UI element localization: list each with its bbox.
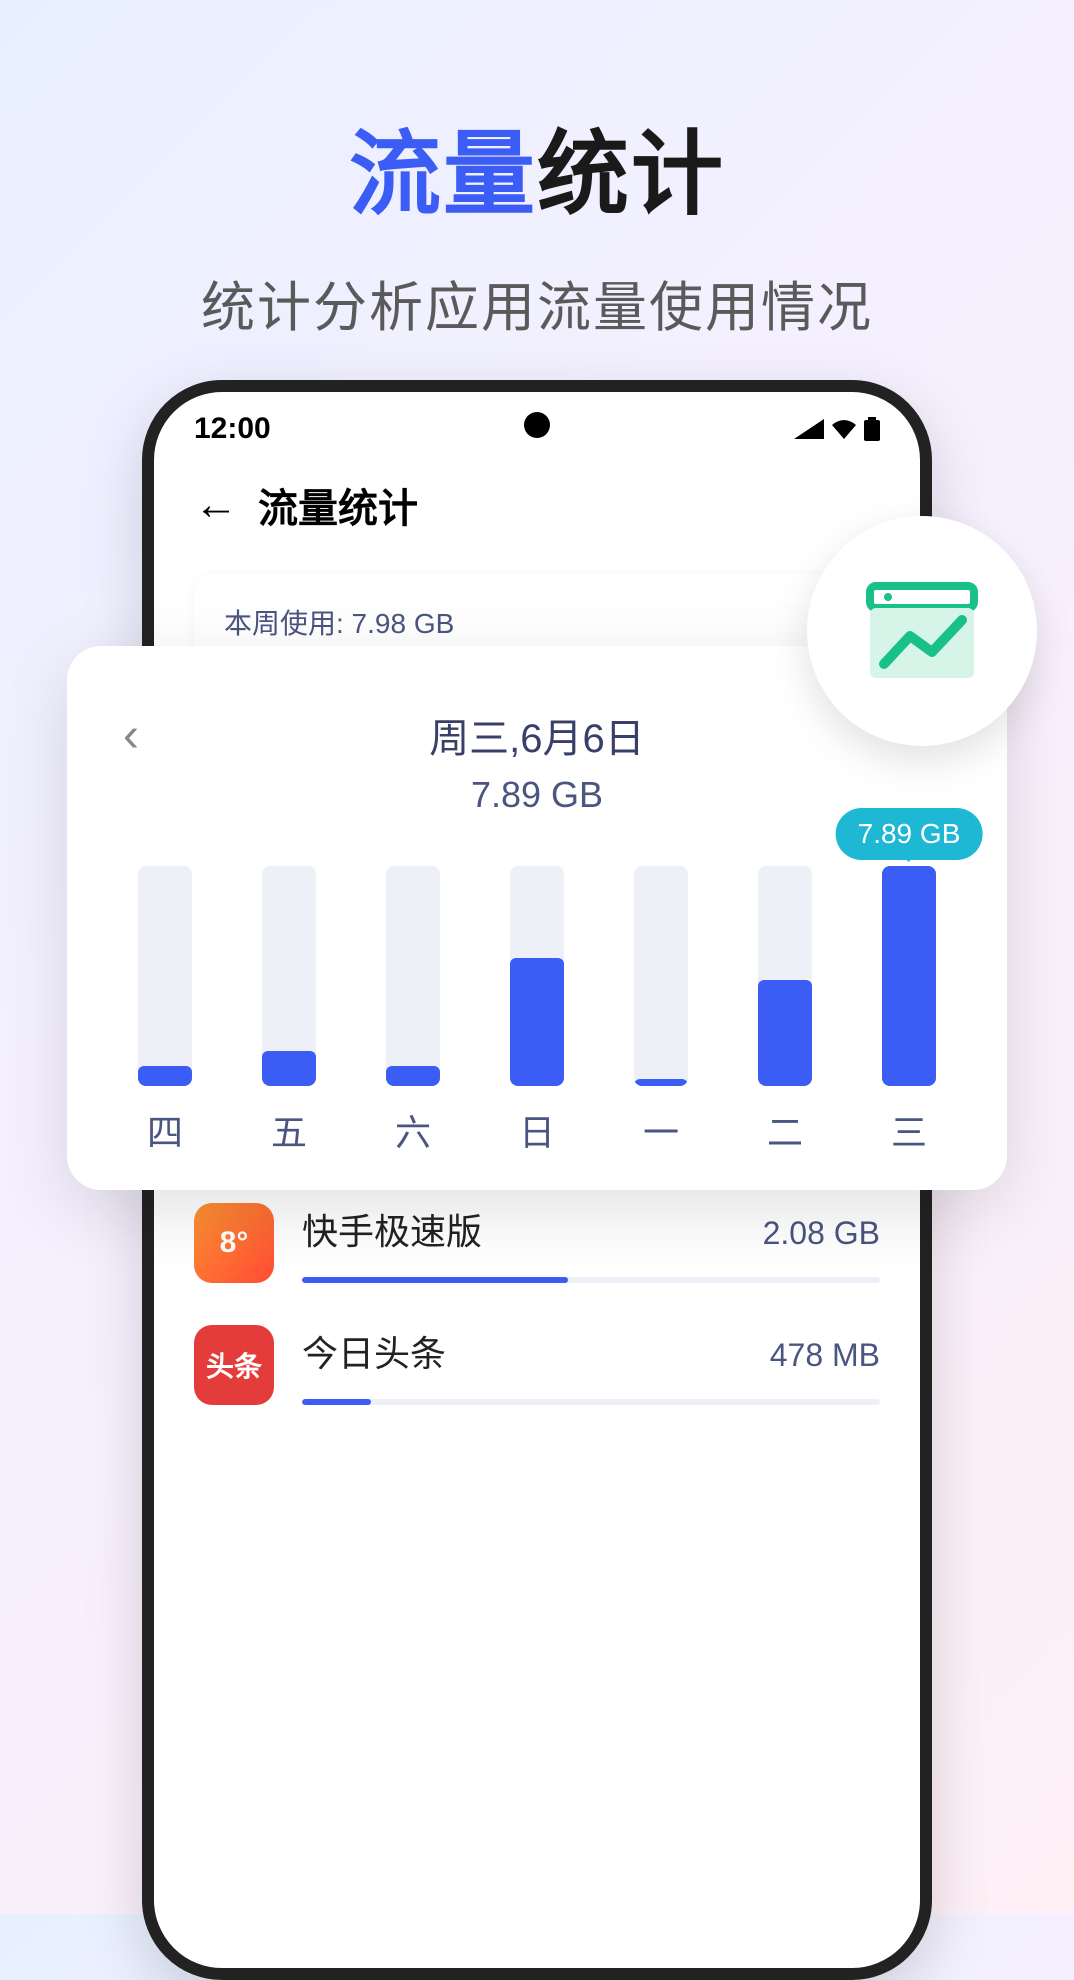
chart-bar[interactable]: 7.89 GB三 — [847, 866, 971, 1156]
hero-title-dark: 统计 — [537, 124, 725, 226]
camera-notch — [524, 412, 550, 438]
bar-track — [138, 866, 192, 1086]
chart-card: ‹ 周三,6月6日 7.89 GB 四五六日一二7.89 GB三 — [67, 646, 1007, 1190]
chart-bar[interactable]: 五 — [227, 866, 351, 1156]
page-title: 流量统计 — [258, 476, 418, 534]
chart-bar[interactable]: 一 — [599, 866, 723, 1156]
app-bar-fill — [302, 1277, 568, 1283]
bar-fill — [882, 866, 936, 1086]
chart-bars: 四五六日一二7.89 GB三 — [103, 896, 971, 1156]
app-size: 2.08 GB — [763, 1215, 880, 1252]
app-name: 快手极速版 — [302, 1203, 482, 1255]
wifi-icon — [830, 419, 858, 439]
hero-subtitle: 统计分析应用流量使用情况 — [0, 263, 1074, 342]
chart-bar[interactable]: 六 — [351, 866, 475, 1156]
bar-label: 二 — [767, 1104, 803, 1156]
bar-track — [882, 866, 936, 1086]
bar-fill — [138, 1066, 192, 1086]
app-icon: 头条 — [194, 1325, 274, 1405]
bar-label: 一 — [643, 1104, 679, 1156]
bar-fill — [758, 980, 812, 1086]
bar-label: 三 — [891, 1104, 927, 1156]
bar-fill — [634, 1079, 688, 1086]
chart-date: 周三,6月6日 — [103, 706, 971, 764]
chart-icon — [862, 576, 982, 686]
app-item[interactable]: 头条今日头条 478 MB — [194, 1283, 880, 1405]
bar-label: 六 — [395, 1104, 431, 1156]
bar-fill — [510, 958, 564, 1086]
chart-prev-icon[interactable]: ‹ — [123, 708, 139, 763]
bar-track — [510, 866, 564, 1086]
chart-badge — [807, 516, 1037, 746]
bar-track — [758, 866, 812, 1086]
bar-fill — [262, 1051, 316, 1086]
app-bar-fill — [302, 1399, 371, 1405]
bar-label: 日 — [519, 1104, 555, 1156]
chart-bar[interactable]: 日 — [475, 866, 599, 1156]
app-icon: 8° — [194, 1203, 274, 1283]
weekly-usage-label: 本周使用: 7.98 GB — [224, 602, 850, 642]
app-list: 8° 快手极速版 2.08 GB 头条今日头条 478 MB — [194, 1154, 880, 1405]
hero-title-accent: 流量 — [349, 124, 537, 226]
bar-label: 四 — [147, 1104, 183, 1156]
bar-track — [386, 866, 440, 1086]
status-icons — [794, 417, 880, 441]
bar-track — [262, 866, 316, 1086]
back-icon[interactable]: ← — [194, 483, 238, 527]
hero-title: 流量统计 — [0, 100, 1074, 233]
chart-bubble: 7.89 GB — [836, 808, 983, 860]
page-header: ← 流量统计 — [154, 446, 920, 554]
bar-fill — [386, 1066, 440, 1086]
chart-total: 7.89 GB — [103, 774, 971, 816]
app-bar — [302, 1277, 880, 1283]
chart-bar[interactable]: 四 — [103, 866, 227, 1156]
chart-bar[interactable]: 二 — [723, 866, 847, 1156]
bar-track — [634, 866, 688, 1086]
status-time: 12:00 — [194, 412, 271, 446]
app-size: 478 MB — [770, 1337, 880, 1374]
app-bar — [302, 1399, 880, 1405]
bar-label: 五 — [271, 1104, 307, 1156]
app-name: 今日头条 — [302, 1325, 446, 1377]
signal-icon — [794, 419, 824, 439]
battery-icon — [864, 417, 880, 441]
